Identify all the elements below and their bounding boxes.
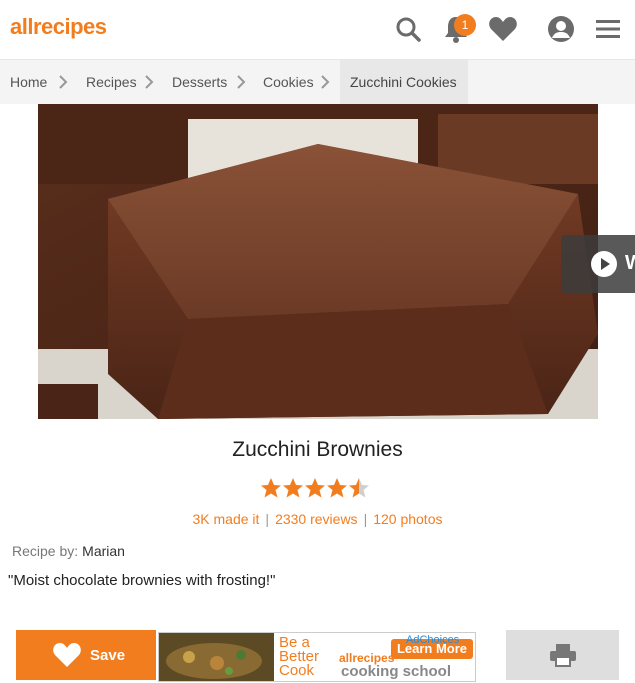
- print-button[interactable]: [506, 630, 619, 680]
- logo[interactable]: allrecipes: [10, 14, 107, 40]
- ad-subline: cooking school: [341, 663, 452, 680]
- star-icon: [261, 478, 281, 498]
- made-it-link[interactable]: 3K made it: [192, 511, 259, 527]
- chevron-right-icon: [59, 75, 68, 89]
- byline-label: Recipe by:: [12, 543, 79, 559]
- chevron-right-icon: [145, 75, 154, 89]
- breadcrumb-recipes[interactable]: Recipes: [86, 60, 137, 104]
- ad-image: [159, 633, 274, 681]
- reviews-link[interactable]: 2330 reviews: [275, 511, 358, 527]
- user-icon[interactable]: [546, 14, 576, 44]
- header: allrecipes 1: [0, 0, 635, 60]
- ad-headline: Be a Better Cook: [279, 634, 320, 679]
- photos-link[interactable]: 120 photos: [373, 511, 442, 527]
- chevron-right-icon: [237, 75, 246, 89]
- save-label: Save: [90, 646, 126, 664]
- breadcrumb-current[interactable]: Zucchini Cookies: [340, 60, 468, 104]
- video-label: W: [625, 252, 635, 274]
- separator: |: [265, 511, 270, 527]
- search-icon[interactable]: [393, 14, 423, 44]
- author-link[interactable]: Marian: [82, 543, 125, 559]
- heart-icon: [53, 643, 81, 667]
- star-icon: [283, 478, 303, 498]
- adchoices-link[interactable]: AdChoices: [406, 634, 459, 646]
- video-button[interactable]: W: [561, 235, 635, 293]
- recipe-stats: 3K made it | 2330 reviews | 120 photos: [0, 511, 635, 527]
- separator: |: [363, 511, 368, 527]
- play-icon: [591, 251, 617, 277]
- heart-icon[interactable]: [488, 14, 518, 44]
- star-icon: [327, 478, 347, 498]
- recipe-photo[interactable]: [38, 104, 598, 419]
- save-button[interactable]: Save: [16, 630, 156, 680]
- chevron-right-icon: [321, 75, 330, 89]
- breadcrumb-cookies[interactable]: Cookies: [263, 60, 314, 104]
- recipe-title: Zucchini Brownies: [232, 438, 403, 461]
- print-icon: [549, 644, 576, 667]
- half-star-icon: [349, 478, 369, 498]
- notification-badge: 1: [454, 14, 476, 36]
- breadcrumb-home[interactable]: Home: [10, 60, 47, 104]
- breadcrumb-desserts[interactable]: Desserts: [172, 60, 227, 104]
- star-icon: [305, 478, 325, 498]
- rating-stars[interactable]: [260, 477, 370, 499]
- menu-icon[interactable]: [593, 14, 623, 44]
- recipe-description: "Moist chocolate brownies with frosting!…: [8, 572, 276, 589]
- breadcrumb: Home Recipes Desserts Cookies Zucchini C…: [0, 60, 635, 104]
- byline: Recipe by: Marian: [12, 543, 125, 559]
